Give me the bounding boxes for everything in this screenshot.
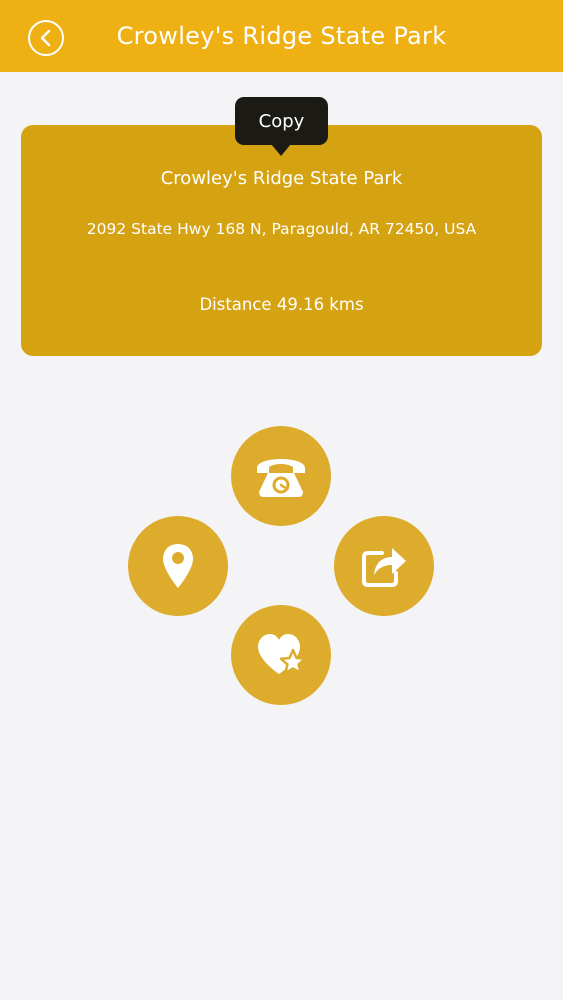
- place-card: [21, 125, 542, 356]
- app-header: Crowley's Ridge State Park: [0, 0, 563, 72]
- page-title: Crowley's Ridge State Park: [116, 22, 447, 50]
- place-distance: Distance 49.16 kms: [199, 295, 364, 314]
- favorite-button[interactable]: [231, 605, 331, 705]
- call-button[interactable]: [231, 426, 331, 526]
- share-button[interactable]: [334, 516, 434, 616]
- location-pin-icon: [163, 544, 193, 588]
- place-address[interactable]: 2092 State Hwy 168 N, Paragould, AR 7245…: [0, 220, 563, 238]
- tooltip-arrow: [271, 144, 291, 156]
- copy-tooltip[interactable]: Copy: [235, 97, 328, 145]
- heart-star-icon: [258, 634, 307, 675]
- share-icon: [362, 548, 406, 587]
- place-name[interactable]: Crowley's Ridge State Park: [0, 168, 563, 189]
- map-button[interactable]: [128, 516, 228, 616]
- telephone-icon: [257, 459, 305, 497]
